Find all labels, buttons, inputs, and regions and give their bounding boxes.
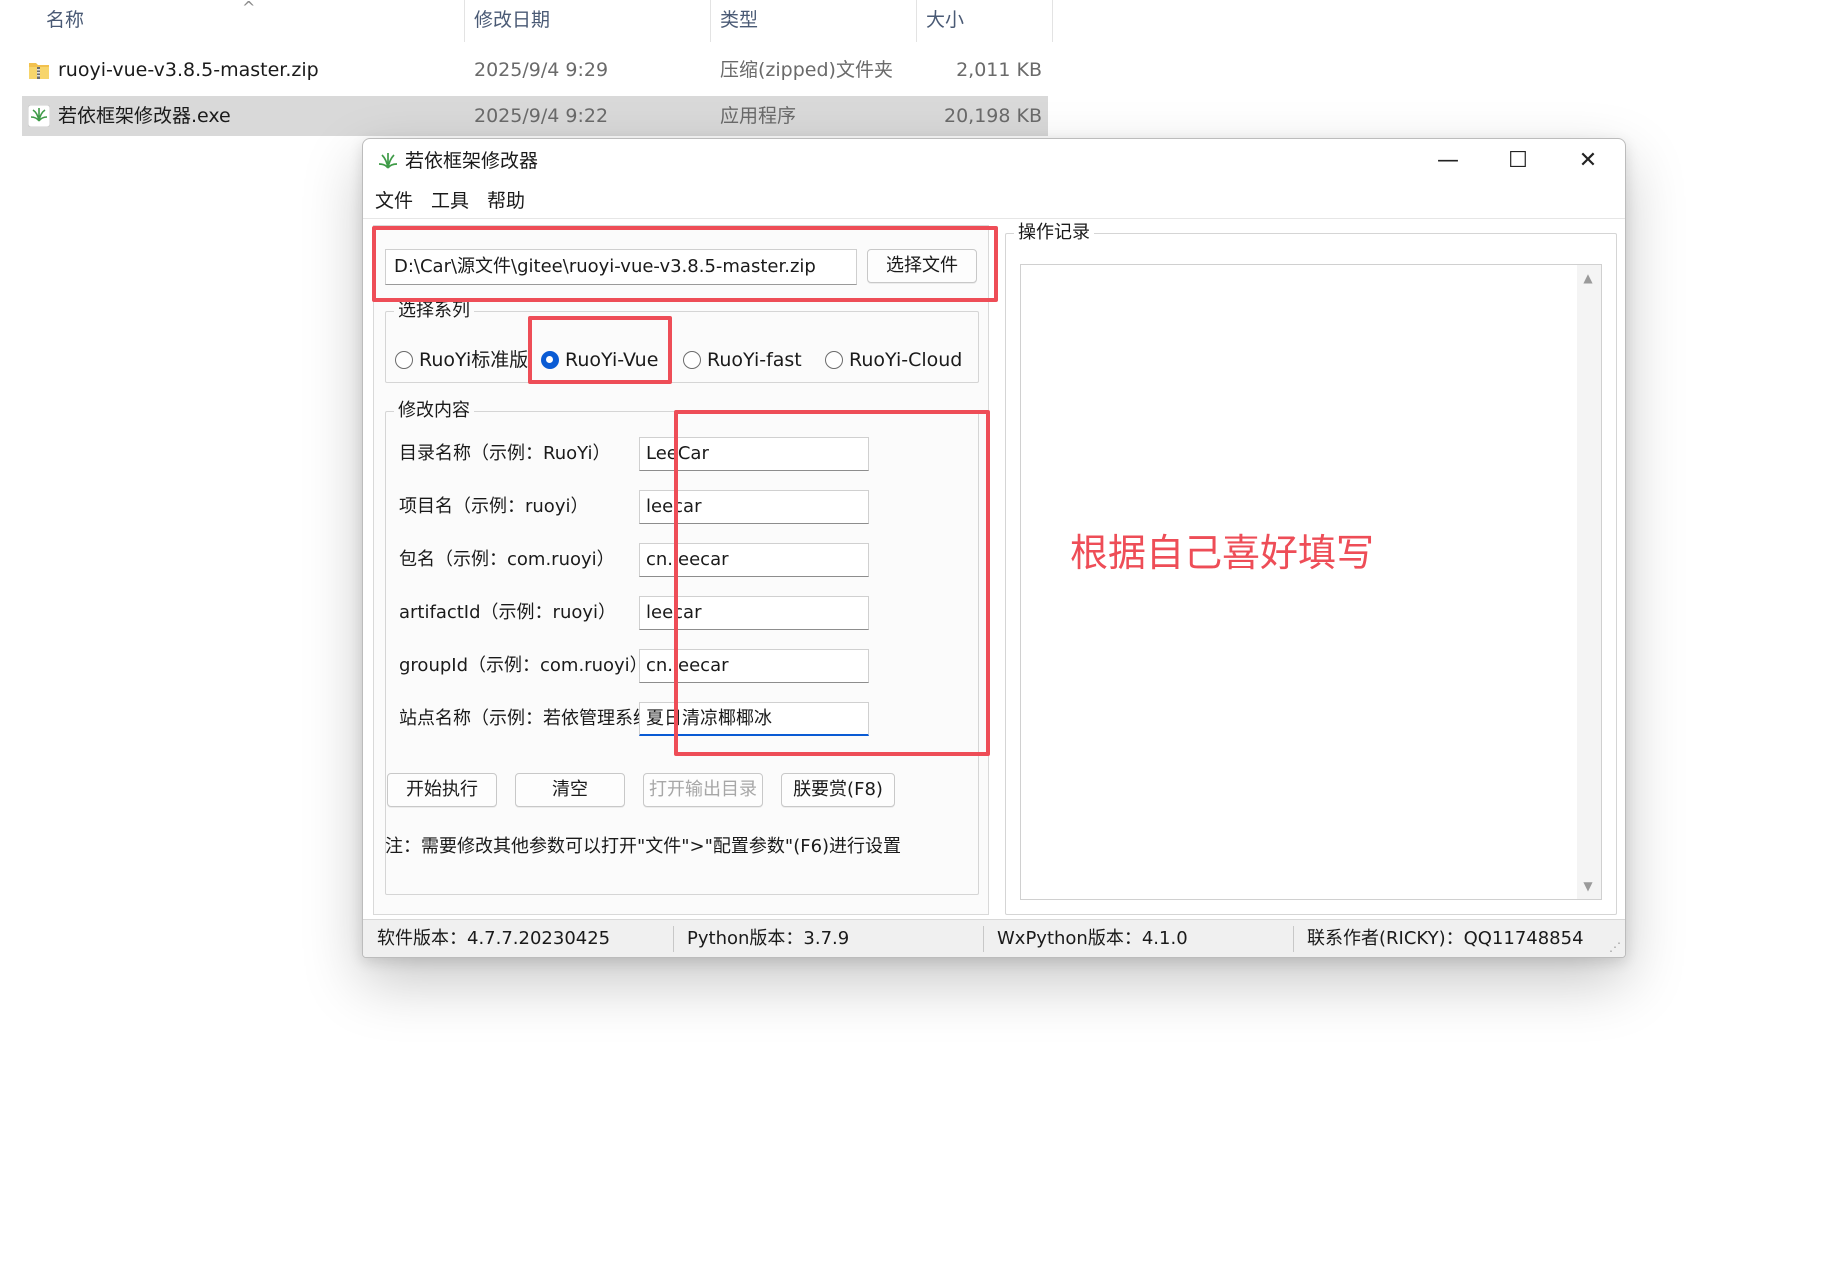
- status-divider: [983, 926, 984, 952]
- status-contact: 联系作者(RICKY)：QQ11748854: [1307, 928, 1584, 949]
- menu-help[interactable]: 帮助: [487, 183, 525, 219]
- field-label-artifact: artifactId（示例：ruoyi）: [399, 602, 617, 623]
- app-exe-icon: [28, 105, 50, 127]
- radio-indicator: [825, 351, 843, 369]
- log-textarea[interactable]: ▲ ▼: [1020, 264, 1602, 900]
- scroll-up-icon[interactable]: ▲: [1581, 271, 1595, 285]
- menu-file[interactable]: 文件: [375, 183, 413, 219]
- start-button[interactable]: 开始执行: [387, 773, 497, 807]
- column-divider[interactable]: [1052, 0, 1053, 42]
- file-modified: 2025/9/4 9:29: [474, 59, 609, 81]
- radio-label: RuoYi-Cloud: [849, 349, 963, 371]
- column-header-type[interactable]: 类型: [720, 0, 758, 42]
- column-divider[interactable]: [916, 0, 917, 42]
- log-legend: 操作记录: [1014, 222, 1094, 244]
- field-label-group: groupId（示例：com.ruoyi）: [399, 655, 648, 676]
- resize-grip-icon[interactable]: ⋰: [1609, 940, 1621, 954]
- status-wxpython-version: WxPython版本：4.1.0: [997, 928, 1188, 949]
- radio-label: RuoYi-fast: [707, 349, 802, 371]
- column-divider[interactable]: [710, 0, 711, 42]
- menu-tools[interactable]: 工具: [431, 183, 469, 219]
- file-modified: 2025/9/4 9:22: [474, 105, 609, 127]
- minimize-button[interactable]: —: [1413, 139, 1483, 183]
- field-label-package: 包名（示例：com.ruoyi）: [399, 549, 615, 570]
- status-software-version: 软件版本：4.7.7.20230425: [377, 928, 611, 949]
- clear-button[interactable]: 清空: [515, 773, 625, 807]
- file-row-selected[interactable]: 若依框架修改器.exe 2025/9/4 9:22 应用程序 20,198 KB: [22, 96, 1048, 136]
- log-scrollbar[interactable]: ▲ ▼: [1577, 265, 1601, 899]
- maximize-button[interactable]: ☐: [1483, 139, 1553, 183]
- file-type: 压缩(zipped)文件夹: [720, 59, 893, 81]
- status-divider: [673, 926, 674, 952]
- modify-legend: 修改内容: [394, 400, 474, 422]
- file-name: ruoyi-vue-v3.8.5-master.zip: [58, 59, 319, 81]
- file-name: 若依框架修改器.exe: [58, 105, 231, 127]
- highlight-modify-fields: [674, 410, 990, 756]
- radio-indicator: [395, 351, 413, 369]
- annotation-text: 根据自己喜好填写: [1070, 531, 1375, 575]
- file-explorer: 名称 ^ 修改日期 类型 大小 ruoyi-vue-v3.8.5-master.…: [0, 0, 1053, 140]
- status-python-version: Python版本：3.7.9: [687, 928, 850, 949]
- status-divider: [1293, 926, 1294, 952]
- menu-bar: 文件 工具 帮助: [363, 183, 1625, 219]
- column-header-name[interactable]: 名称: [46, 0, 84, 42]
- sort-ascending-icon: ^: [242, 0, 256, 17]
- zip-folder-icon: [29, 63, 49, 79]
- column-divider[interactable]: [464, 0, 465, 42]
- column-header-modified[interactable]: 修改日期: [474, 0, 550, 42]
- app-logo-icon: [378, 153, 398, 169]
- window-title: 若依框架修改器: [405, 150, 539, 172]
- radio-indicator: [683, 351, 701, 369]
- file-size: 2,011 KB: [956, 59, 1042, 81]
- config-hint-note: 注：需要修改其他参数可以打开"文件">"配置参数"(F6)进行设置: [385, 836, 902, 857]
- scroll-down-icon[interactable]: ▼: [1581, 879, 1595, 893]
- file-size: 20,198 KB: [943, 105, 1042, 127]
- highlight-ruoyi-vue: [528, 316, 672, 384]
- file-row[interactable]: ruoyi-vue-v3.8.5-master.zip 2025/9/4 9:2…: [22, 50, 1048, 90]
- close-button[interactable]: ✕: [1553, 139, 1623, 183]
- field-label-site: 站点名称（示例：若依管理系统）: [399, 708, 669, 729]
- highlight-file-path: [372, 226, 998, 302]
- series-legend: 选择系列: [394, 300, 474, 322]
- field-label-dir: 目录名称（示例：RuoYi）: [399, 443, 611, 464]
- title-bar[interactable]: 若依框架修改器 — ☐ ✕: [363, 139, 1625, 183]
- field-label-project: 项目名（示例：ruoyi）: [399, 496, 589, 517]
- status-bar: 软件版本：4.7.7.20230425 Python版本：3.7.9 WxPyt…: [363, 919, 1625, 957]
- column-header-size[interactable]: 大小: [926, 0, 964, 42]
- file-type: 应用程序: [720, 105, 797, 127]
- radio-label: RuoYi标准版: [419, 349, 529, 371]
- open-output-button[interactable]: 打开输出目录: [643, 773, 763, 807]
- donate-button[interactable]: 朕要赏(F8): [781, 773, 895, 807]
